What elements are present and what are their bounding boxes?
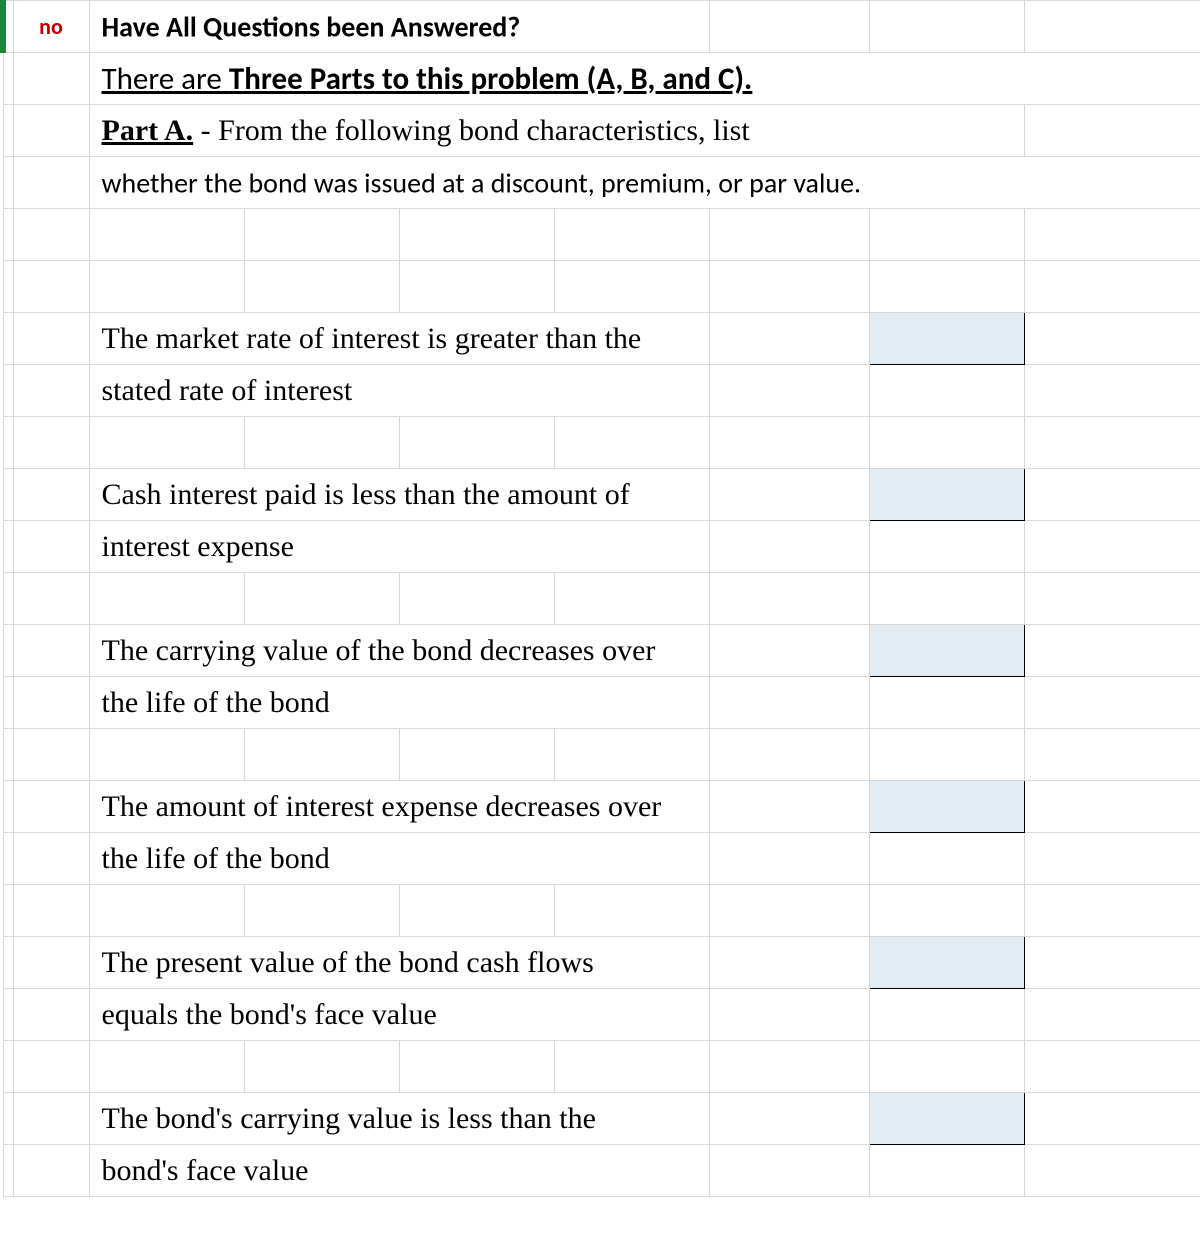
item-1-line1: The market rate of interest is greater t… (96, 322, 642, 356)
part-a-line2-cell: whether the bond was issued at a discoun… (89, 157, 1200, 209)
item-2-answer[interactable] (869, 469, 1024, 521)
title-text: There are Three Parts to this problem (A… (96, 60, 753, 98)
item-1-line2: stated rate of interest (96, 374, 353, 408)
part-a-rest: - From the following bond characteristic… (193, 114, 750, 147)
part-a-line2: whether the bond was issued at a discoun… (96, 165, 862, 200)
item-6-line2: bond's face value (96, 1154, 309, 1188)
question-header-cell: Have All Questions been Answered? (89, 1, 709, 53)
item-2-line2-cell: interest expense (89, 521, 709, 573)
item-1-line1-cell: The market rate of interest is greater t… (89, 313, 709, 365)
item-2-line1: Cash interest paid is less than the amou… (96, 478, 630, 512)
item-6-line1: The bond's carrying value is less than t… (96, 1102, 596, 1136)
item-5-answer[interactable] (869, 937, 1024, 989)
item-6-line1-cell: The bond's carrying value is less than t… (89, 1093, 709, 1145)
item-2-line2: interest expense (96, 530, 294, 564)
title-prefix: There are (102, 60, 229, 98)
title-bold: Three Parts to this problem (A, B, and C… (229, 60, 752, 98)
item-5-line1-cell: The present value of the bond cash flows (89, 937, 709, 989)
no-label: no (13, 1, 89, 53)
item-5-line2: equals the bond's face value (96, 998, 437, 1032)
item-3-line2-cell: the life of the bond (89, 677, 709, 729)
item-4-line1-cell: The amount of interest expense decreases… (89, 781, 709, 833)
green-edge-cell (3, 1, 13, 53)
item-2-line1-cell: Cash interest paid is less than the amou… (89, 469, 709, 521)
item-5-line1: The present value of the bond cash flows (96, 946, 594, 980)
item-6-line2-cell: bond's face value (89, 1145, 709, 1197)
title-cell: There are Three Parts to this problem (A… (89, 53, 1200, 105)
item-4-line1: The amount of interest expense decreases… (96, 790, 662, 824)
part-a-label: Part A. (102, 114, 194, 147)
item-4-answer[interactable] (869, 781, 1024, 833)
spreadsheet-grid[interactable]: no Have All Questions been Answered? The… (0, 0, 1200, 1197)
question-header-text: Have All Questions been Answered? (96, 9, 521, 44)
item-3-line1: The carrying value of the bond decreases… (96, 634, 656, 668)
part-a-line1: Part A. - From the following bond charac… (96, 114, 750, 148)
item-4-line2-cell: the life of the bond (89, 833, 709, 885)
item-4-line2: the life of the bond (96, 842, 330, 876)
item-1-answer[interactable] (869, 313, 1024, 365)
item-3-answer[interactable] (869, 625, 1024, 677)
part-a-line1-cell: Part A. - From the following bond charac… (89, 105, 1024, 157)
item-3-line2: the life of the bond (96, 686, 330, 720)
item-3-line1-cell: The carrying value of the bond decreases… (89, 625, 709, 677)
item-6-answer[interactable] (869, 1093, 1024, 1145)
item-5-line2-cell: equals the bond's face value (89, 989, 709, 1041)
item-1-line2-cell: stated rate of interest (89, 365, 709, 417)
